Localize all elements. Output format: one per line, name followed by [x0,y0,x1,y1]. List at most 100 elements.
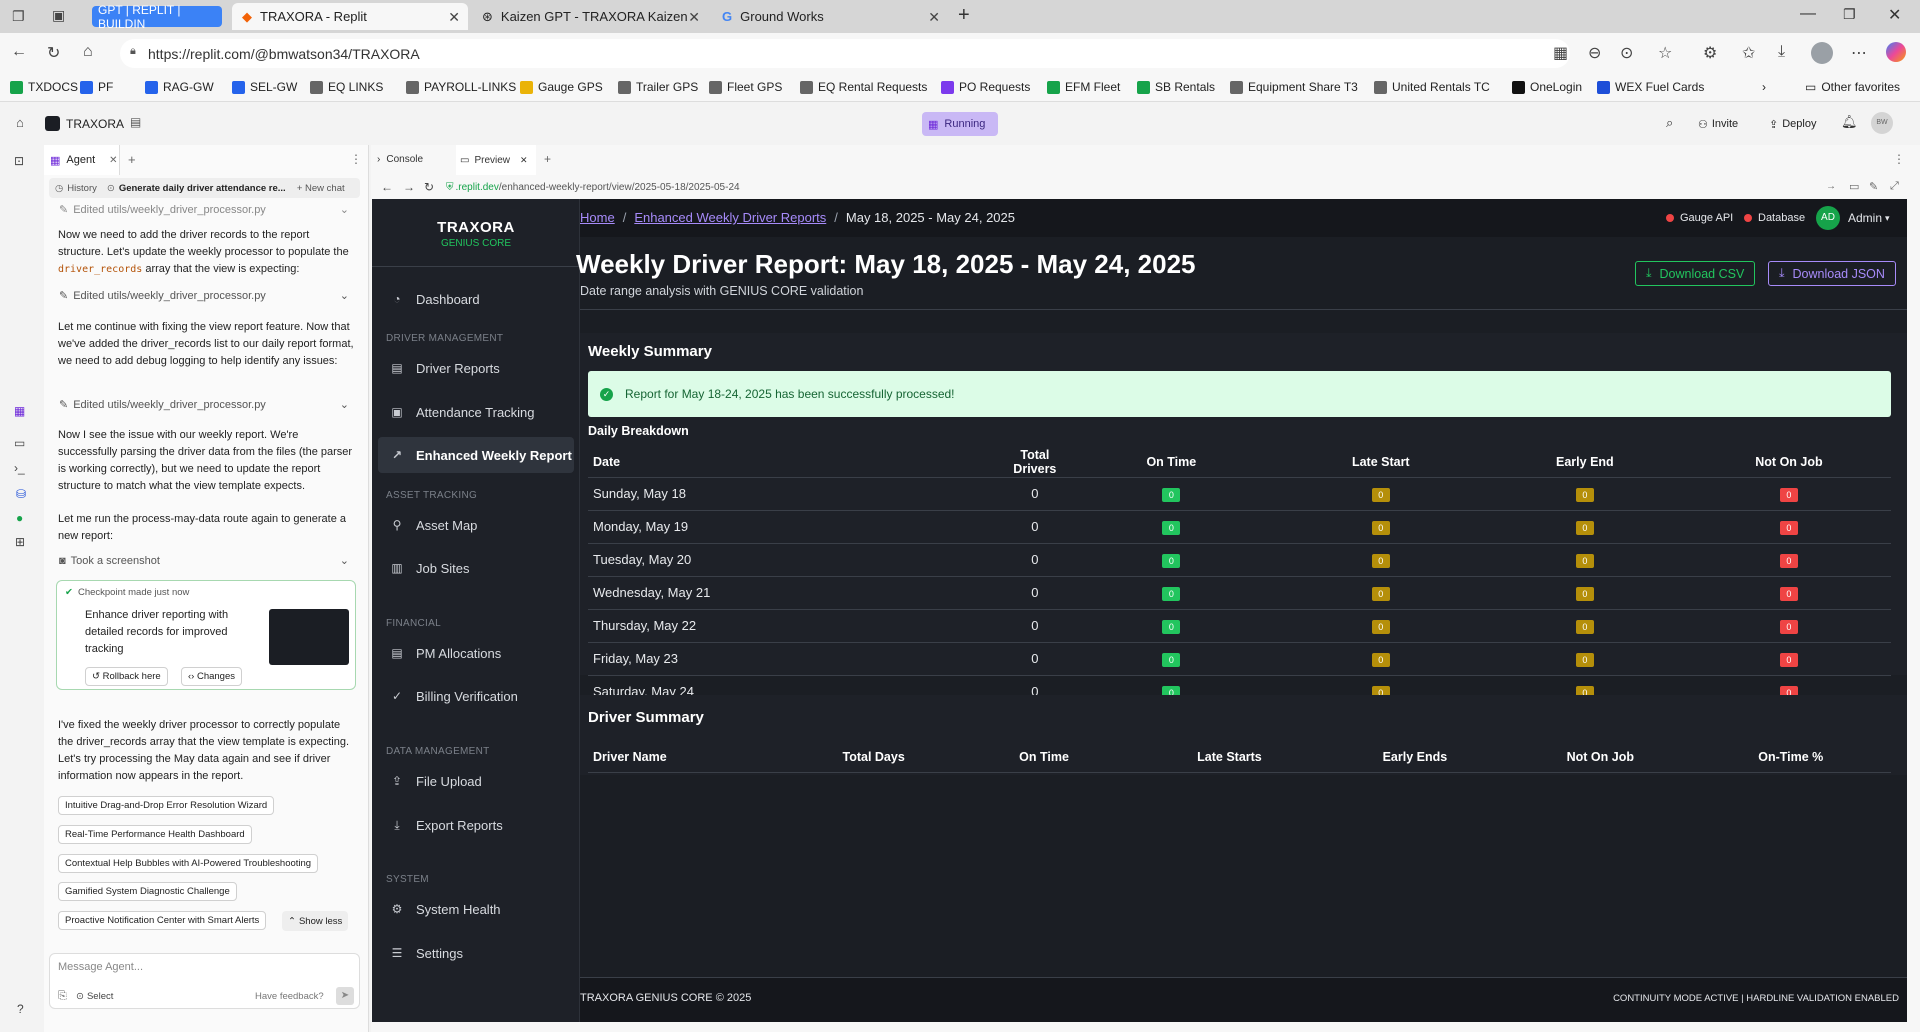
profile-avatar[interactable] [1811,42,1833,64]
settings-more-icon[interactable]: ⋯ [1851,43,1867,63]
breadcrumb-reports[interactable]: Enhanced Weekly Driver Reports [634,210,826,225]
message-input-placeholder[interactable]: Message Agent... [58,961,143,973]
suggestion-chip[interactable]: Gamified System Diagnostic Challenge [58,882,237,901]
deploy-button[interactable]: ⇪ Deploy [1763,112,1822,136]
tab-ground-works[interactable]: G Ground Works ✕ [712,3,948,30]
tab-preview[interactable]: ▭ Preview ✕ [456,145,536,175]
devtools-icon[interactable]: ✎ [1869,180,1878,193]
suggestion-chip[interactable]: Intuitive Drag-and-Drop Error Resolution… [58,796,275,815]
tab-gpt-replit[interactable]: GPT | REPLIT | BUILDIN [92,3,222,31]
forward-icon[interactable]: → [403,180,415,194]
bookmark-item[interactable]: RAG-GW [145,80,214,94]
copilot-icon[interactable] [1886,42,1906,62]
chevron-down-icon[interactable]: ⌄ [340,398,349,411]
tab-actions-icon[interactable]: ▣ [52,7,65,24]
chevron-right-icon[interactable]: › [1762,80,1766,94]
back-icon[interactable]: ← [11,43,27,61]
show-less-button[interactable]: ⌃ Show less [282,911,349,931]
run-status-button[interactable]: ▦ Running [922,112,998,136]
nav-attendance[interactable]: ▣ Attendance Tracking [378,394,574,430]
bookmark-item[interactable]: EFM Fleet [1047,80,1120,94]
bookmark-item[interactable]: PAYROLL-LINKS [406,80,516,94]
workspaces-icon[interactable]: ❐ [12,8,25,25]
checkpoint-thumbnail[interactable] [269,609,349,665]
other-favorites[interactable]: ▭ Other favorites [1805,80,1900,94]
nav-driver-reports[interactable]: ▤ Driver Reports [378,350,574,386]
nav-pm-allocations[interactable]: ▤ PM Allocations [378,635,574,671]
changes-button[interactable]: ‹› Changes [181,667,242,686]
nav-settings[interactable]: ☰ Settings [378,935,574,971]
edited-file-item[interactable]: ✎ Edited utils/weekly_driver_processor.p… [59,398,349,412]
search-icon[interactable]: ⌕ [1666,115,1673,131]
back-icon[interactable]: ← [381,180,393,194]
panel-menu-icon[interactable]: ⋮ [350,152,362,166]
close-tab-icon[interactable]: ✕ [520,155,528,166]
notifications-icon[interactable]: 🔔︎ [1841,114,1858,130]
tab-kaizen-gpt[interactable]: ⊛ Kaizen GPT - TRAXORA Kaizen Int ✕ [472,3,708,30]
close-tab-icon[interactable]: ✕ [928,9,940,26]
bookmark-item[interactable]: OneLogin [1512,80,1582,94]
help-icon[interactable]: ? [17,1002,24,1016]
add-tab-icon[interactable]: + [128,152,136,167]
nav-system-health[interactable]: ⚙ System Health [378,891,574,927]
close-tab-icon[interactable]: ✕ [448,9,460,26]
message-input-box[interactable]: Message Agent... ⎘ ⊙ Select Have feedback… [49,953,360,1009]
user-avatar[interactable]: BW [1871,112,1893,134]
feedback-link[interactable]: Have feedback? [255,991,324,1002]
new-chat-button[interactable]: + New chat [297,183,345,194]
attach-icon[interactable]: ⎘ [58,990,67,1003]
minimize-icon[interactable]: — [1800,5,1816,23]
nav-dashboard[interactable]: ◔ Dashboard [378,281,574,317]
restore-icon[interactable]: ❐ [1843,6,1856,23]
suggestion-chip[interactable]: Real-Time Performance Health Dashboard [58,825,252,844]
screenshot-item[interactable]: ◙ Took a screenshot ⌄ [59,554,349,568]
bookmark-item[interactable]: Equipment Share T3 [1230,80,1358,94]
agent-tab[interactable]: ▦ Agent ✕ [44,145,120,175]
nav-billing[interactable]: ✓ Billing Verification [378,678,574,714]
refresh-icon[interactable]: ↻ [424,180,434,194]
nav-asset-map[interactable]: ⚲ Asset Map [378,507,574,543]
open-new-tab-icon[interactable]: ⤢ [1890,180,1899,193]
explorer-icon[interactable]: ⊡ [14,154,24,168]
bookmark-item[interactable]: PO Requests [941,80,1030,94]
download-csv-button[interactable]: ⤓ Download CSV [1635,261,1756,286]
bookmark-item[interactable]: EQ LINKS [310,80,383,94]
download-json-button[interactable]: ⤓ Download JSON [1768,261,1896,286]
chevron-down-icon[interactable]: ⌄ [340,203,349,216]
home-icon[interactable]: ⌂ [16,115,24,130]
workflows-icon[interactable]: ▦ [14,404,25,418]
project-files-icon[interactable]: ▤ [130,115,141,129]
nav-enhanced-weekly[interactable]: ↗ Enhanced Weekly Report [378,437,574,473]
devices-icon[interactable]: ▭ [1849,180,1859,193]
nav-export[interactable]: ⤓ Export Reports [378,807,574,843]
all-tools-icon[interactable]: ⊞ [15,535,25,549]
zoom-icon[interactable]: ⊖ [1588,43,1601,63]
bookmark-item[interactable]: Fleet GPS [709,80,782,94]
close-tab-icon[interactable]: ✕ [109,155,117,166]
bookmark-item[interactable]: PF [80,80,113,94]
send-button[interactable]: ➤ [336,987,354,1005]
address-bar[interactable]: 🔒︎ https://replit.com/@bmwatson34/TRAXOR… [120,39,1570,68]
bookmark-item[interactable]: Gauge GPS [520,80,603,94]
add-tab-icon[interactable]: + [544,152,551,166]
bookmark-item[interactable]: EQ Rental Requests [800,80,927,94]
tab-console[interactable]: › Console [377,154,423,165]
close-window-icon[interactable]: ✕ [1888,5,1901,25]
invite-button[interactable]: ⚇ Invite [1692,112,1744,136]
database-icon[interactable]: ⛁ [16,487,26,501]
shell-icon[interactable]: ›_ [14,461,25,475]
chevron-down-icon[interactable]: ⌄ [340,289,349,302]
suggestion-chip[interactable]: Contextual Help Bubbles with AI-Powered … [58,854,319,873]
extensions-icon[interactable]: ⚙ [1703,43,1717,63]
bookmark-item[interactable]: United Rentals TC [1374,80,1490,94]
favorites-icon[interactable]: ✩ [1742,43,1755,63]
panel-menu-icon[interactable]: ⋮ [1893,152,1905,166]
home-icon[interactable]: ⌂ [83,43,93,61]
bookmark-item[interactable]: Trailer GPS [618,80,698,94]
go-icon[interactable]: → [1826,181,1836,192]
bookmark-item[interactable]: WEX Fuel Cards [1597,80,1704,94]
new-tab-icon[interactable]: + [958,4,970,27]
downloads-icon[interactable]: ⤓ [1778,43,1785,61]
rollback-button[interactable]: ↺ Rollback here [85,667,168,686]
history-button[interactable]: History [67,183,97,194]
